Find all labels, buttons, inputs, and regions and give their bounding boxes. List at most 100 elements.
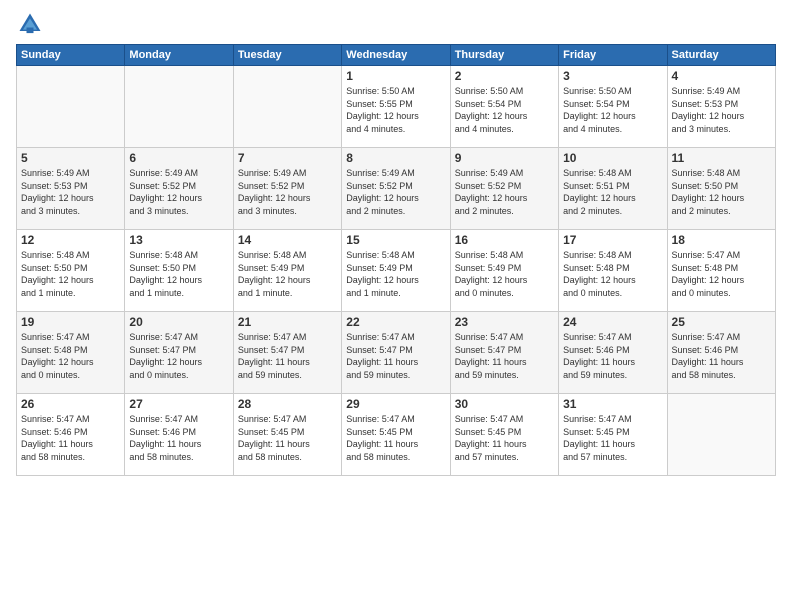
day-info: Sunrise: 5:47 AM Sunset: 5:46 PM Dayligh… <box>563 331 662 381</box>
day-number: 27 <box>129 397 228 411</box>
day-cell-25: 25Sunrise: 5:47 AM Sunset: 5:46 PM Dayli… <box>667 312 775 394</box>
day-cell-18: 18 Sunrise: 5:47 AM Sunset: 5:48 PM Dayli… <box>667 230 775 312</box>
day-number: 1 <box>346 69 445 83</box>
day-number: 26 <box>21 397 120 411</box>
day-info: Sunrise: 5:49 AM Sunset: 5:52 PM Dayligh… <box>238 167 337 217</box>
calendar-body: 1 Sunrise: 5:50 AM Sunset: 5:55 PM Daylig… <box>17 66 776 476</box>
empty-cell <box>125 66 233 148</box>
weekday-header-friday: Friday <box>559 45 667 66</box>
day-number: 23 <box>455 315 554 329</box>
day-info: Sunrise: 5:47 AM Sunset: 5:48 PM Dayligh… <box>21 331 120 381</box>
day-info: Sunrise: 5:48 AM Sunset: 5:48 PM Dayligh… <box>563 249 662 299</box>
day-number: 6 <box>129 151 228 165</box>
day-cell-31: 31 Sunrise: 5:47 AM Sunset: 5:45 PM Dayli… <box>559 394 667 476</box>
day-cell-2: 2 Sunrise: 5:50 AM Sunset: 5:54 PM Daylig… <box>450 66 558 148</box>
day-info: Sunrise: 5:49 AM Sunset: 5:53 PM Dayligh… <box>672 85 771 135</box>
day-info: Sunrise: 5:47 AM Sunset: 5:48 PM Dayligh… <box>672 249 771 299</box>
day-number: 22 <box>346 315 445 329</box>
day-cell-29: 29 Sunrise: 5:47 AM Sunset: 5:45 PM Dayli… <box>342 394 450 476</box>
day-number: 28 <box>238 397 337 411</box>
weekday-header-tuesday: Tuesday <box>233 45 341 66</box>
day-number: 7 <box>238 151 337 165</box>
week-row-2: 5 Sunrise: 5:49 AM Sunset: 5:53 PM Daylig… <box>17 148 776 230</box>
day-number: 16 <box>455 233 554 247</box>
day-number: 10 <box>563 151 662 165</box>
day-info: Sunrise: 5:47 AM Sunset: 5:47 PM Dayligh… <box>455 331 554 381</box>
day-number: 2 <box>455 69 554 83</box>
day-info: Sunrise: 5:47 AM Sunset: 5:45 PM Dayligh… <box>563 413 662 463</box>
day-info: Sunrise: 5:48 AM Sunset: 5:51 PM Dayligh… <box>563 167 662 217</box>
day-info: Sunrise: 5:48 AM Sunset: 5:49 PM Dayligh… <box>455 249 554 299</box>
day-info: Sunrise: 5:48 AM Sunset: 5:49 PM Dayligh… <box>238 249 337 299</box>
logo-icon <box>16 10 44 38</box>
day-number: 19 <box>21 315 120 329</box>
day-info: Sunrise: 5:48 AM Sunset: 5:50 PM Dayligh… <box>129 249 228 299</box>
week-row-1: 1 Sunrise: 5:50 AM Sunset: 5:55 PM Daylig… <box>17 66 776 148</box>
weekday-header-row: SundayMondayTuesdayWednesdayThursdayFrid… <box>17 45 776 66</box>
day-number: 25 <box>672 315 771 329</box>
day-cell-9: 9 Sunrise: 5:49 AM Sunset: 5:52 PM Daylig… <box>450 148 558 230</box>
day-number: 31 <box>563 397 662 411</box>
day-info: Sunrise: 5:50 AM Sunset: 5:54 PM Dayligh… <box>563 85 662 135</box>
day-info: Sunrise: 5:48 AM Sunset: 5:49 PM Dayligh… <box>346 249 445 299</box>
day-cell-6: 6Sunrise: 5:49 AM Sunset: 5:52 PM Daylig… <box>125 148 233 230</box>
day-cell-8: 8 Sunrise: 5:49 AM Sunset: 5:52 PM Daylig… <box>342 148 450 230</box>
empty-cell <box>667 394 775 476</box>
day-info: Sunrise: 5:47 AM Sunset: 5:46 PM Dayligh… <box>21 413 120 463</box>
day-cell-24: 24Sunrise: 5:47 AM Sunset: 5:46 PM Dayli… <box>559 312 667 394</box>
day-number: 18 <box>672 233 771 247</box>
week-row-5: 26 Sunrise: 5:47 AM Sunset: 5:46 PM Dayli… <box>17 394 776 476</box>
day-cell-19: 19 Sunrise: 5:47 AM Sunset: 5:48 PM Dayli… <box>17 312 125 394</box>
day-number: 8 <box>346 151 445 165</box>
day-number: 4 <box>672 69 771 83</box>
day-cell-11: 11 Sunrise: 5:48 AM Sunset: 5:50 PM Dayli… <box>667 148 775 230</box>
day-cell-23: 23 Sunrise: 5:47 AM Sunset: 5:47 PM Dayli… <box>450 312 558 394</box>
day-cell-13: 13 Sunrise: 5:48 AM Sunset: 5:50 PM Dayli… <box>125 230 233 312</box>
day-cell-28: 28 Sunrise: 5:47 AM Sunset: 5:45 PM Dayli… <box>233 394 341 476</box>
day-info: Sunrise: 5:49 AM Sunset: 5:52 PM Dayligh… <box>346 167 445 217</box>
day-number: 5 <box>21 151 120 165</box>
day-cell-21: 21 Sunrise: 5:47 AM Sunset: 5:47 PM Dayli… <box>233 312 341 394</box>
day-cell-1: 1 Sunrise: 5:50 AM Sunset: 5:55 PM Daylig… <box>342 66 450 148</box>
day-info: Sunrise: 5:49 AM Sunset: 5:53 PM Dayligh… <box>21 167 120 217</box>
day-info: Sunrise: 5:47 AM Sunset: 5:46 PM Dayligh… <box>129 413 228 463</box>
day-cell-7: 7 Sunrise: 5:49 AM Sunset: 5:52 PM Daylig… <box>233 148 341 230</box>
day-number: 20 <box>129 315 228 329</box>
day-cell-4: 4 Sunrise: 5:49 AM Sunset: 5:53 PM Daylig… <box>667 66 775 148</box>
day-number: 11 <box>672 151 771 165</box>
week-row-3: 12 Sunrise: 5:48 AM Sunset: 5:50 PM Dayli… <box>17 230 776 312</box>
weekday-header-wednesday: Wednesday <box>342 45 450 66</box>
day-cell-5: 5 Sunrise: 5:49 AM Sunset: 5:53 PM Daylig… <box>17 148 125 230</box>
day-info: Sunrise: 5:49 AM Sunset: 5:52 PM Dayligh… <box>455 167 554 217</box>
empty-cell <box>233 66 341 148</box>
day-info: Sunrise: 5:47 AM Sunset: 5:45 PM Dayligh… <box>346 413 445 463</box>
page-container: SundayMondayTuesdayWednesdayThursdayFrid… <box>0 0 792 486</box>
day-number: 12 <box>21 233 120 247</box>
day-number: 14 <box>238 233 337 247</box>
day-cell-12: 12 Sunrise: 5:48 AM Sunset: 5:50 PM Dayli… <box>17 230 125 312</box>
day-cell-14: 14 Sunrise: 5:48 AM Sunset: 5:49 PM Dayli… <box>233 230 341 312</box>
day-number: 13 <box>129 233 228 247</box>
day-info: Sunrise: 5:48 AM Sunset: 5:50 PM Dayligh… <box>21 249 120 299</box>
day-number: 17 <box>563 233 662 247</box>
day-info: Sunrise: 5:47 AM Sunset: 5:45 PM Dayligh… <box>455 413 554 463</box>
day-number: 15 <box>346 233 445 247</box>
weekday-header-saturday: Saturday <box>667 45 775 66</box>
empty-cell <box>17 66 125 148</box>
day-info: Sunrise: 5:47 AM Sunset: 5:45 PM Dayligh… <box>238 413 337 463</box>
day-info: Sunrise: 5:50 AM Sunset: 5:55 PM Dayligh… <box>346 85 445 135</box>
day-cell-16: 16 Sunrise: 5:48 AM Sunset: 5:49 PM Dayli… <box>450 230 558 312</box>
day-info: Sunrise: 5:50 AM Sunset: 5:54 PM Dayligh… <box>455 85 554 135</box>
weekday-header-thursday: Thursday <box>450 45 558 66</box>
day-cell-30: 30Sunrise: 5:47 AM Sunset: 5:45 PM Dayli… <box>450 394 558 476</box>
week-row-4: 19 Sunrise: 5:47 AM Sunset: 5:48 PM Dayli… <box>17 312 776 394</box>
day-info: Sunrise: 5:47 AM Sunset: 5:47 PM Dayligh… <box>129 331 228 381</box>
day-number: 9 <box>455 151 554 165</box>
day-cell-10: 10 Sunrise: 5:48 AM Sunset: 5:51 PM Dayli… <box>559 148 667 230</box>
day-number: 29 <box>346 397 445 411</box>
day-info: Sunrise: 5:47 AM Sunset: 5:47 PM Dayligh… <box>238 331 337 381</box>
day-number: 21 <box>238 315 337 329</box>
day-info: Sunrise: 5:48 AM Sunset: 5:50 PM Dayligh… <box>672 167 771 217</box>
weekday-header-monday: Monday <box>125 45 233 66</box>
day-cell-26: 26 Sunrise: 5:47 AM Sunset: 5:46 PM Dayli… <box>17 394 125 476</box>
